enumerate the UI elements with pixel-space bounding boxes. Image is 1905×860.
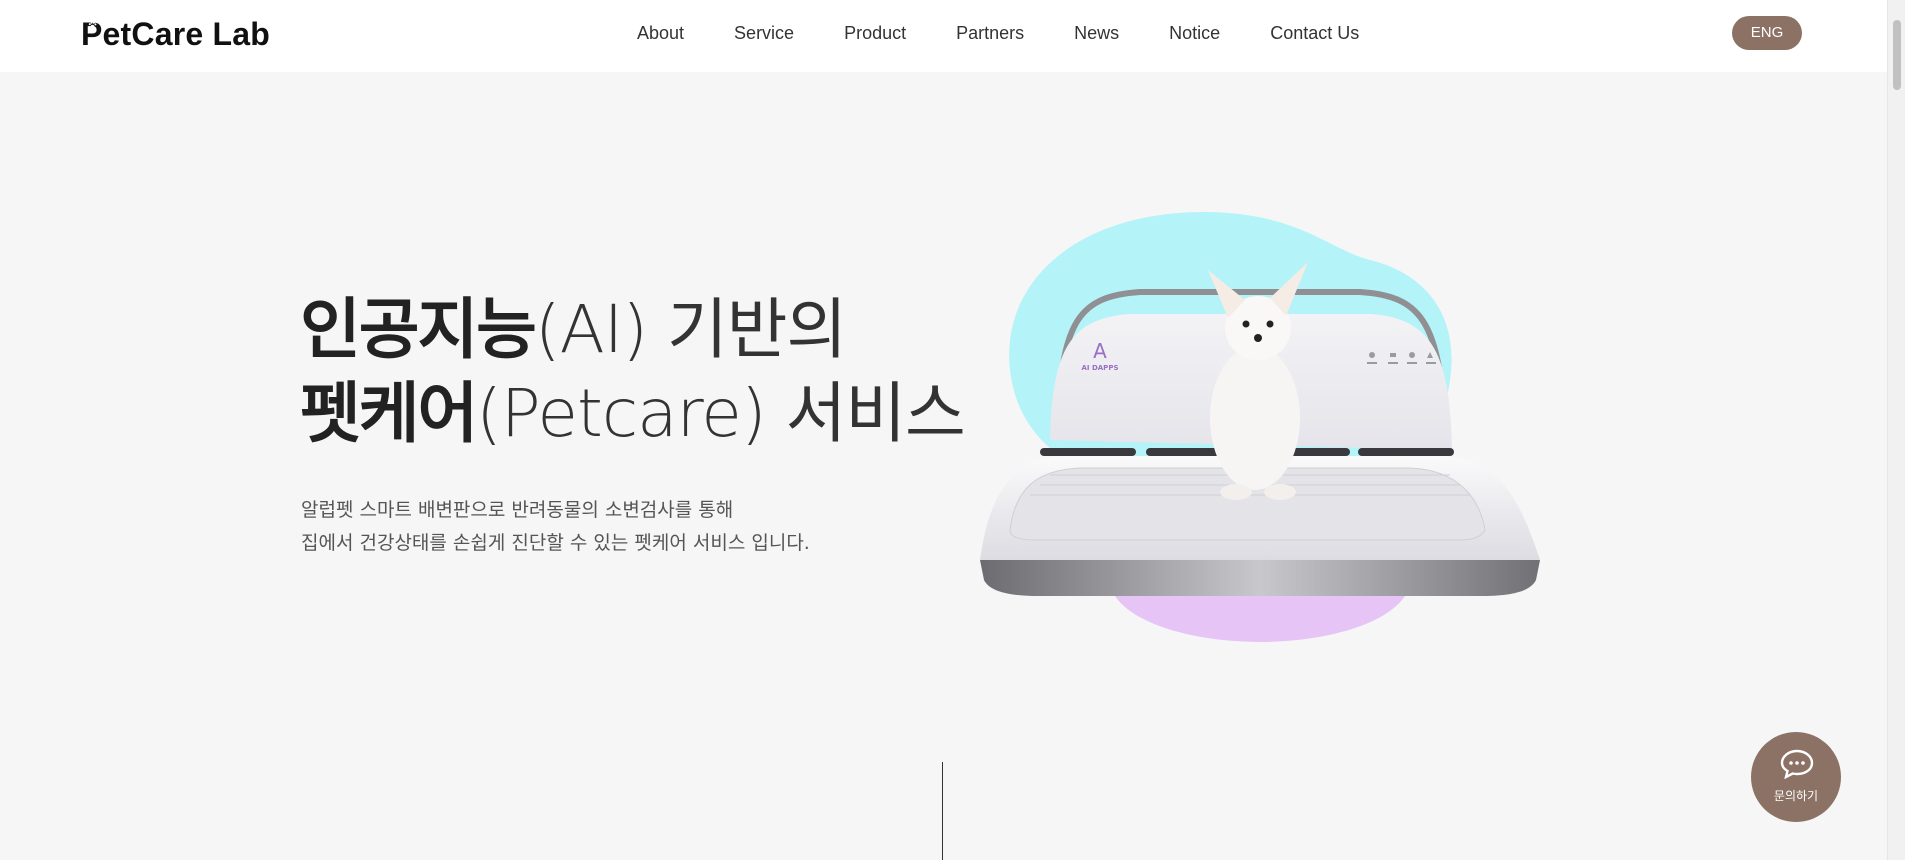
- hero-title-line-2: 펫케어(Petcare) 서비스: [300, 372, 966, 456]
- hero-title-light-2: (Petcare) 서비스: [476, 375, 966, 452]
- paw-icon: [88, 21, 97, 29]
- hero-title: 인공지능(AI) 기반의 펫케어(Petcare) 서비스: [300, 288, 966, 456]
- main-nav: About Service Product Partners News Noti…: [620, 20, 1384, 46]
- logo-text: etCare Lab: [102, 16, 270, 52]
- hero-title-light-1: (AI) 기반의: [534, 291, 847, 368]
- inquiry-label: 문의하기: [1773, 789, 1819, 803]
- hero-title-bold-1: 인공지능: [300, 291, 537, 368]
- nav-news[interactable]: News: [1049, 20, 1144, 46]
- hero-description-line-1: 알럽펫 스마트 배변판으로 반려동물의 소변검사를 통해: [301, 499, 734, 521]
- logo[interactable]: P etCare Lab: [81, 16, 270, 53]
- hero-title-line-1: 인공지능(AI) 기반의: [300, 288, 965, 372]
- hero-description-line-2: 집에서 건강상태를 손쉽게 진단할 수 있는 펫케어 서비스 입니다.: [301, 532, 810, 554]
- logo-letter-p: P: [81, 16, 103, 52]
- chat-bubble-icon: [1780, 749, 1814, 779]
- nav-about[interactable]: About: [620, 20, 709, 46]
- hero-title-bold-2: 펫케어: [300, 375, 478, 452]
- nav-partners[interactable]: Partners: [931, 20, 1049, 46]
- device-rim: [980, 560, 1540, 596]
- nav-product[interactable]: Product: [819, 20, 931, 46]
- device-brand-text: AI DAPPS: [1082, 364, 1119, 372]
- nav-notice[interactable]: Notice: [1144, 20, 1245, 46]
- nav-contact-us[interactable]: Contact Us: [1245, 20, 1384, 46]
- page: P etCare Lab About Service Product Partn…: [0, 0, 1905, 860]
- scrollbar-thumb[interactable]: [1893, 20, 1901, 90]
- site-header: P etCare Lab About Service Product Partn…: [0, 0, 1887, 72]
- language-button[interactable]: ENG: [1732, 16, 1802, 50]
- nav-service[interactable]: Service: [709, 20, 819, 46]
- hero-description: 알럽펫 스마트 배변판으로 반려동물의 소변검사를 통해 집에서 건강상태를 손…: [301, 494, 810, 560]
- device-brand-logo: A: [1093, 339, 1107, 363]
- product-image: A AI DAPPS: [980, 211, 1540, 642]
- inquiry-button[interactable]: 문의하기: [1751, 732, 1841, 822]
- scroll-indicator-line: [942, 762, 943, 860]
- page-scrollbar[interactable]: [1887, 0, 1905, 860]
